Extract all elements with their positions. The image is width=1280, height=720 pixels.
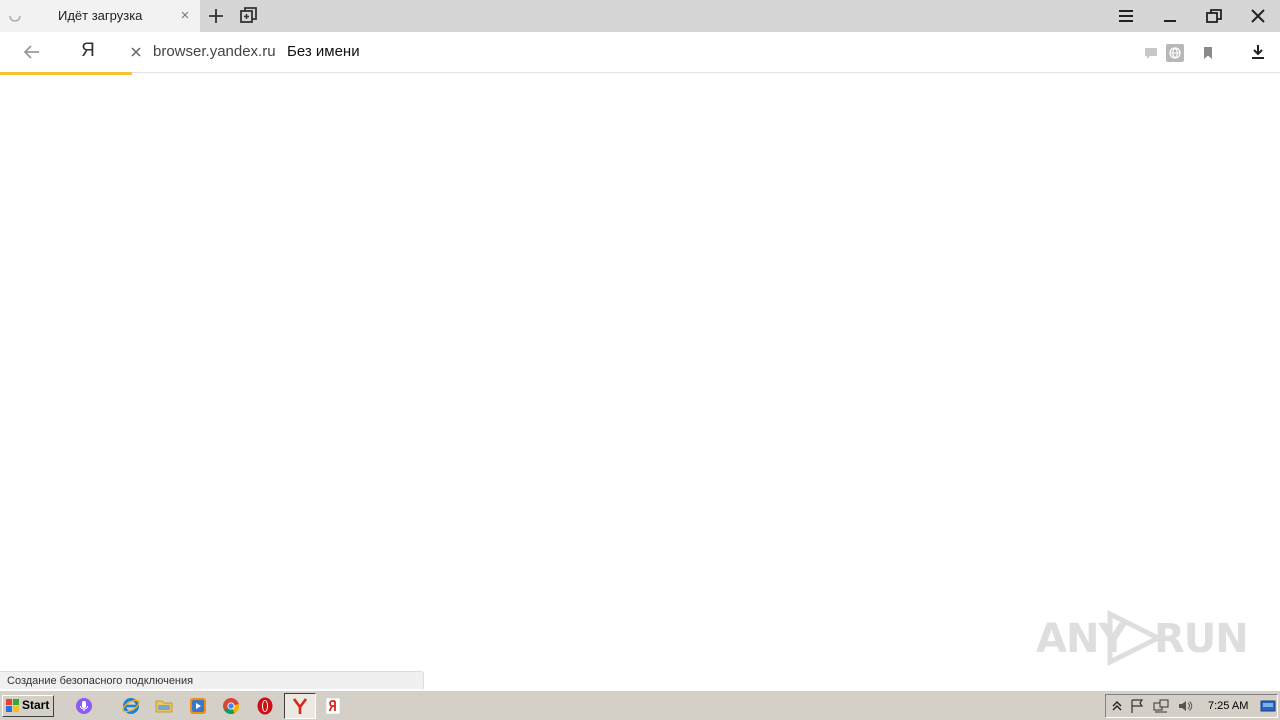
minimize-icon (1164, 20, 1176, 22)
plus-icon (209, 9, 223, 23)
download-icon (1252, 45, 1264, 59)
comment-icon[interactable] (1142, 44, 1160, 62)
start-label: Start (22, 698, 50, 712)
media-player-icon[interactable] (188, 696, 208, 716)
chrome-icon[interactable] (221, 696, 241, 716)
flag-icon[interactable] (1129, 698, 1145, 714)
anyrun-watermark: ANY RUN (1036, 606, 1249, 670)
opera-icon[interactable] (255, 696, 275, 716)
translate-icon[interactable] (1166, 44, 1184, 62)
taskbar: Start 7:25 AM (0, 690, 1280, 720)
close-window-button[interactable] (1244, 4, 1272, 28)
hamburger-icon (1119, 10, 1133, 22)
restore-button[interactable] (1200, 4, 1228, 28)
stop-icon (131, 47, 141, 57)
page-content (0, 75, 1280, 689)
start-button[interactable]: Start (2, 695, 54, 717)
bookmark-icon[interactable] (1199, 44, 1217, 62)
windows-logo-icon (6, 699, 19, 712)
tab-title: Идёт загрузка (58, 8, 143, 23)
back-button[interactable] (20, 41, 44, 63)
show-hidden-icon[interactable] (1109, 698, 1125, 714)
navigation-bar: Я browser.yandex.ru Без имени (0, 32, 1280, 73)
stop-loading-button[interactable] (128, 44, 144, 60)
yandex-browser-taskbar-button[interactable] (284, 693, 316, 719)
yandex-browser-icon (292, 698, 308, 714)
status-bubble: Создание безопасного подключения (0, 671, 424, 689)
close-icon (1251, 9, 1265, 23)
yandex-logo[interactable]: Я (80, 40, 96, 62)
page-title[interactable]: Без имени (287, 43, 360, 60)
browser-tab[interactable]: Идёт загрузка × (0, 0, 200, 32)
new-tab-button[interactable] (205, 5, 227, 27)
menu-button[interactable] (1112, 4, 1140, 28)
loading-spinner-icon (8, 9, 22, 23)
url-host[interactable]: browser.yandex.ru (153, 43, 276, 60)
downloads-button[interactable] (1248, 42, 1268, 62)
alice-voice-icon[interactable] (74, 696, 94, 716)
back-arrow-icon (23, 45, 39, 59)
minimize-button[interactable] (1156, 4, 1184, 28)
address-bar[interactable]: browser.yandex.ru Без имени (121, 36, 1226, 68)
internet-explorer-icon[interactable] (121, 696, 141, 716)
tab-strip: Идёт загрузка × (0, 0, 1280, 32)
yandex-icon[interactable] (323, 696, 343, 716)
watermark-right-text: RUN (1154, 616, 1249, 662)
file-explorer-icon[interactable] (154, 696, 174, 716)
tabs-icon (240, 7, 257, 23)
tab-close-icon[interactable]: × (178, 8, 192, 23)
desktop-icon[interactable] (1260, 698, 1276, 714)
tabs-manager-button[interactable] (237, 5, 259, 27)
restore-icon (1206, 9, 1222, 23)
volume-icon[interactable] (1177, 698, 1193, 714)
network-icon[interactable] (1153, 698, 1169, 714)
system-tray (1105, 694, 1278, 718)
taskbar-clock: 7:25 AM (1208, 700, 1249, 712)
